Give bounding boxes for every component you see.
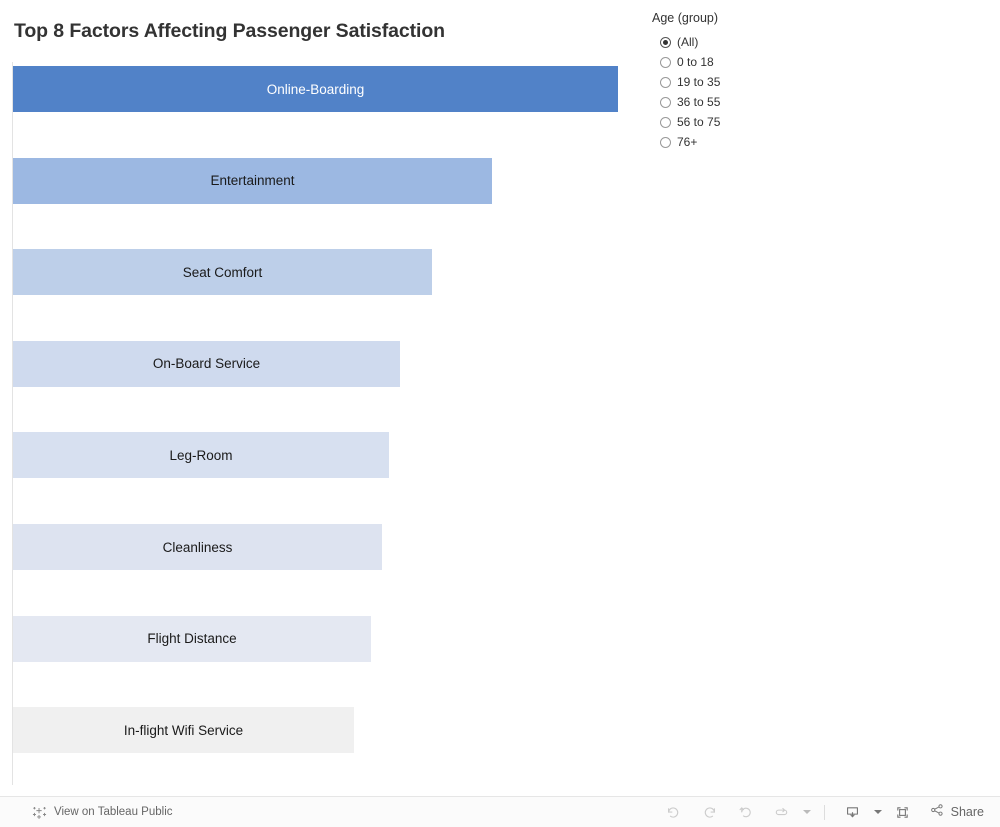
fullscreen-button[interactable]	[885, 797, 921, 827]
bar-leg-room[interactable]: Leg-Room	[13, 432, 389, 479]
filter-option-36-to-55[interactable]: 36 to 55	[660, 92, 860, 112]
chart-panel: Top 8 Factors Affecting Passenger Satisf…	[0, 0, 640, 796]
download-dropdown-caret[interactable]	[871, 797, 885, 827]
filter-panel: Age (group) (All) 0 to 18 19 to 35 36 to 55…	[640, 0, 1000, 796]
filter-option-label: 56 to 75	[677, 115, 721, 129]
radio-button-icon[interactable]	[660, 116, 671, 128]
bar-row: Seat Comfort	[13, 249, 432, 296]
filter-option-19-to-35[interactable]: 19 to 35	[660, 72, 860, 92]
toolbar-divider	[823, 804, 825, 820]
bar-label: In-flight Wifi Service	[123, 722, 244, 738]
redo-button[interactable]	[692, 797, 728, 827]
share-label: Share	[950, 805, 984, 819]
age-group-radio-group[interactable]: (All) 0 to 18 19 to 35 36 to 55 56 to 75 76+	[660, 32, 860, 152]
toolbar-actions: Share	[656, 797, 984, 827]
bar-online-boarding[interactable]: Online-Boarding	[13, 66, 618, 112]
filter-option-label: 19 to 35	[677, 75, 721, 89]
bar-label: Online-Boarding	[266, 81, 365, 97]
chevron-down-icon	[802, 810, 811, 814]
filter-title: Age (group)	[652, 11, 719, 25]
bar-row: Flight Distance	[13, 615, 371, 662]
bar-on-board-service[interactable]: On-Board Service	[13, 340, 400, 387]
radio-button-icon[interactable]	[660, 36, 671, 48]
bar-label: Flight Distance	[147, 631, 237, 647]
share-button[interactable]: Share	[921, 797, 984, 827]
bar-seat-comfort[interactable]: Seat Comfort	[13, 249, 432, 296]
refresh-dropdown-caret[interactable]	[800, 797, 814, 827]
tableau-viz-container: Top 8 Factors Affecting Passenger Satisf…	[0, 0, 1000, 796]
page-title: Top 8 Factors Affecting Passenger Satisf…	[14, 20, 445, 42]
filter-option-all[interactable]: (All)	[660, 32, 860, 52]
share-icon	[929, 802, 945, 823]
bar-row: In-flight Wifi Service	[13, 707, 354, 754]
download-button[interactable]	[835, 797, 871, 827]
radio-button-icon[interactable]	[660, 136, 671, 148]
radio-button-icon[interactable]	[660, 96, 671, 108]
filter-option-label: (All)	[677, 35, 699, 49]
bar-row: Entertainment	[13, 157, 492, 204]
filter-option-56-to-75[interactable]: 56 to 75	[660, 112, 860, 132]
filter-option-0-to-18[interactable]: 0 to 18	[660, 52, 860, 72]
chevron-down-icon	[873, 810, 882, 814]
filter-option-label: 76+	[677, 135, 698, 149]
bar-flight-distance[interactable]: Flight Distance	[13, 615, 371, 662]
bar-label: Leg-Room	[169, 447, 233, 463]
bar-label: Cleanliness	[162, 539, 233, 555]
bar-label: Entertainment	[210, 173, 295, 189]
filter-option-label: 36 to 55	[677, 95, 721, 109]
undo-button[interactable]	[656, 797, 692, 827]
bar-row: Cleanliness	[13, 524, 382, 570]
refresh-button[interactable]	[764, 797, 800, 827]
bar-in-flight-wifi-service[interactable]: In-flight Wifi Service	[13, 707, 354, 754]
bar-row: On-Board Service	[13, 340, 400, 387]
bar-row: Leg-Room	[13, 432, 389, 479]
view-on-tableau-public-link[interactable]: View on Tableau Public	[32, 797, 173, 827]
bar-label: On-Board Service	[152, 356, 261, 372]
radio-button-icon[interactable]	[660, 76, 671, 88]
bar-chart-plot-area: Online-Boarding Entertainment Seat Comfort…	[13, 62, 627, 785]
filter-option-76[interactable]: 76+	[660, 132, 860, 152]
revert-button[interactable]	[728, 797, 764, 827]
bar-cleanliness[interactable]: Cleanliness	[13, 524, 382, 570]
view-on-tableau-public-label: View on Tableau Public	[54, 806, 173, 818]
bottom-toolbar: View on Tableau Public Share	[0, 796, 1000, 827]
bar-row: Online-Boarding	[13, 66, 618, 112]
tableau-logo-icon	[32, 805, 47, 820]
bar-label: Seat Comfort	[182, 264, 263, 280]
bar-entertainment[interactable]: Entertainment	[13, 157, 492, 204]
filter-option-label: 0 to 18	[677, 55, 714, 69]
radio-button-icon[interactable]	[660, 56, 671, 68]
